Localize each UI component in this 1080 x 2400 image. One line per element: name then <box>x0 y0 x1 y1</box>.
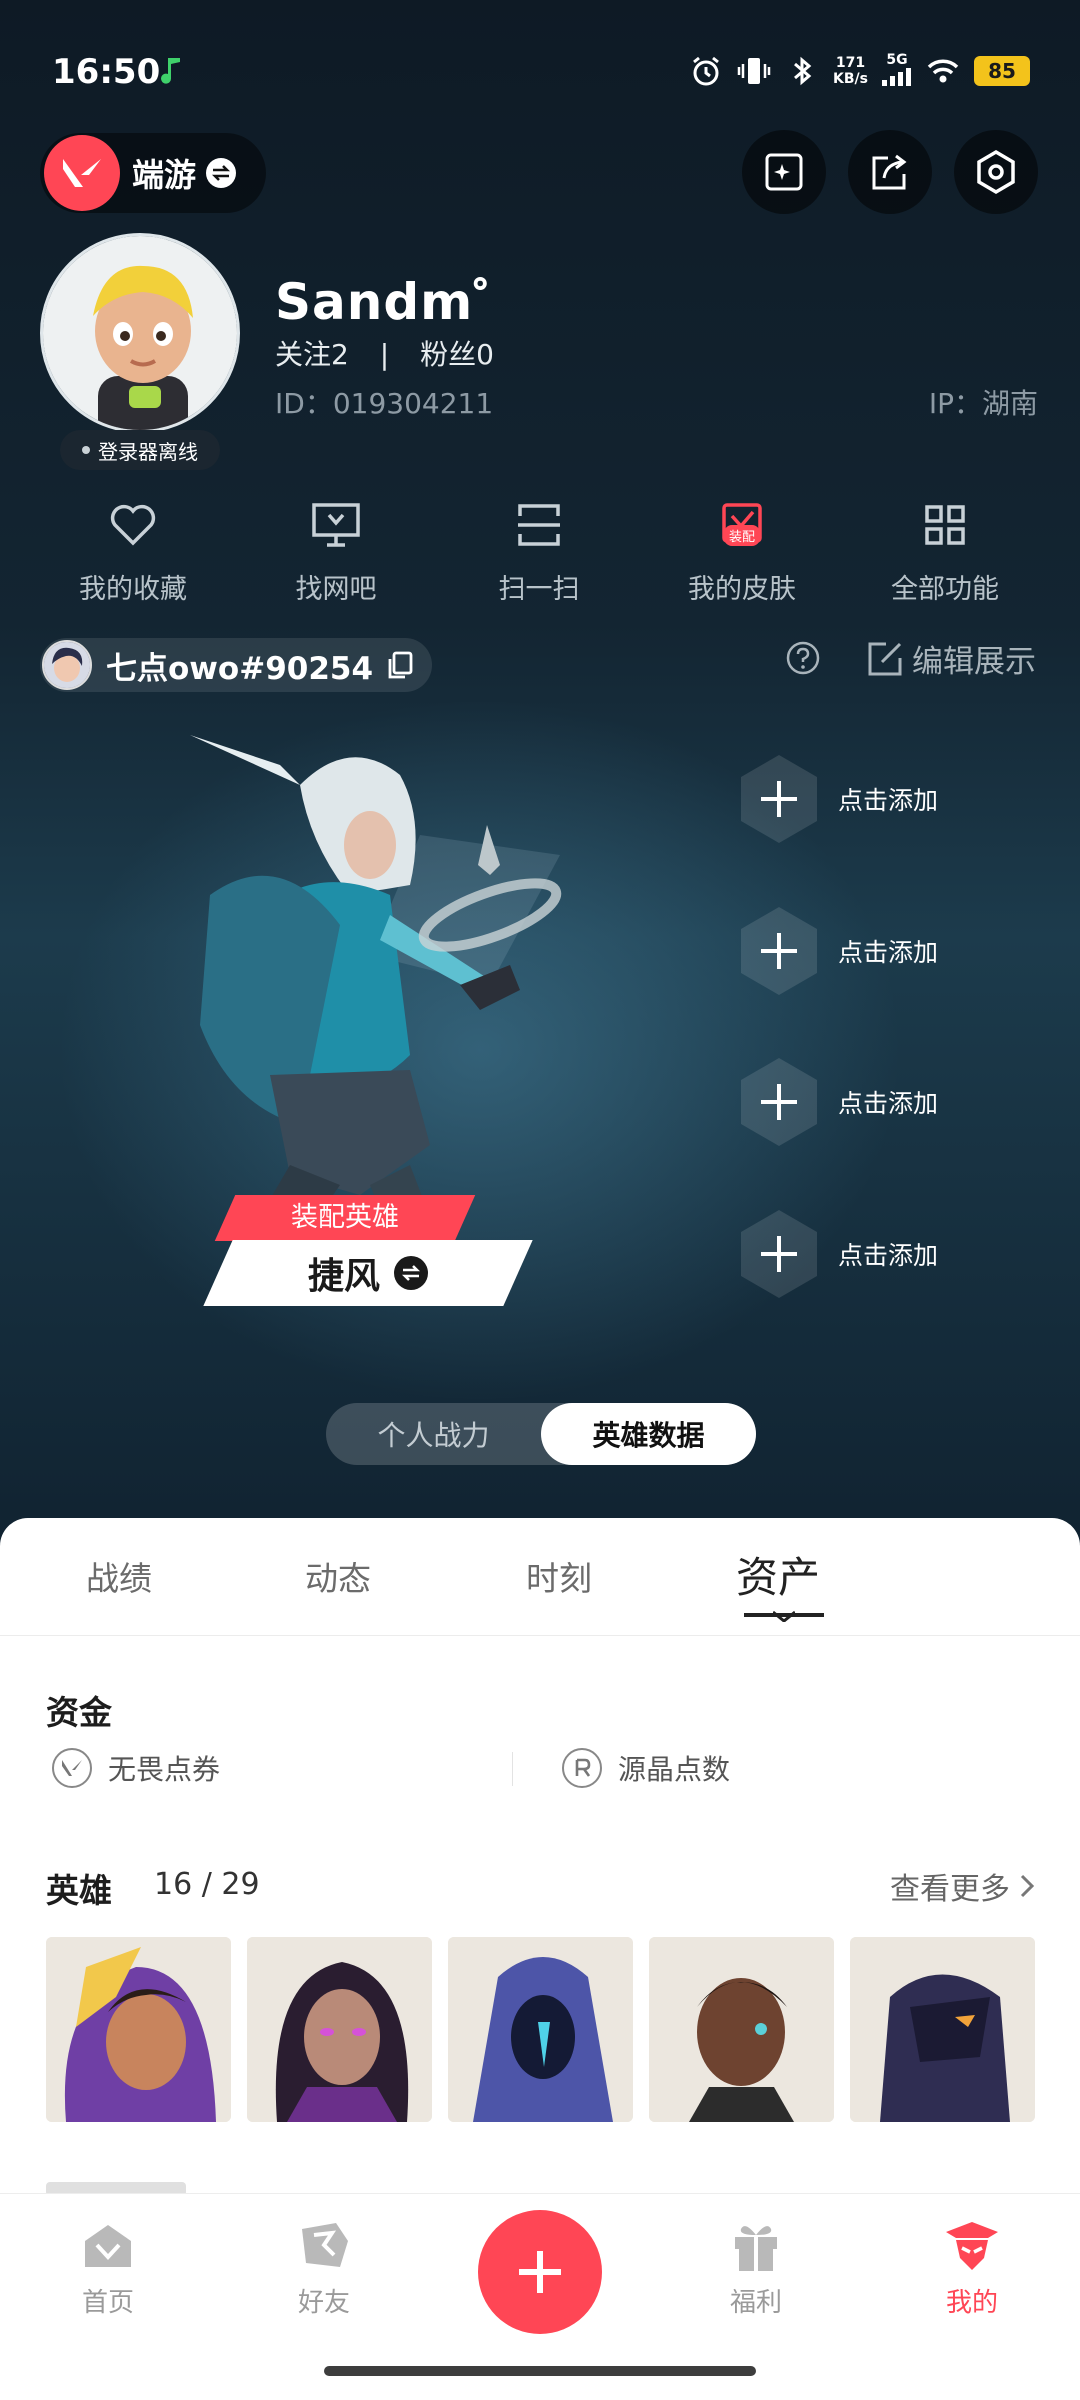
hero-name-plate[interactable]: 捷风 <box>203 1240 533 1306</box>
wifi-icon <box>927 59 959 83</box>
copy-icon[interactable] <box>385 650 415 680</box>
status-dot <box>82 446 90 454</box>
valorant-logo-icon <box>44 135 120 211</box>
edit-icon <box>868 642 902 675</box>
home-icon <box>38 2218 178 2274</box>
see-more-link[interactable]: 查看更多 <box>890 1864 1036 1908</box>
fund-radianite[interactable]: 源晶点数 <box>562 1748 730 1788</box>
alarm-icon <box>693 56 719 86</box>
fans-link[interactable]: 粉丝0 <box>420 338 494 371</box>
vp-icon <box>52 1748 92 1788</box>
grid-icon <box>855 495 1035 555</box>
add-slot-3[interactable]: 点击添加 <box>738 1052 1068 1152</box>
quick-scan[interactable]: 扫一扫 <box>449 495 629 606</box>
nav-benefits[interactable]: 福利 <box>686 2218 826 2319</box>
heroes-title: 英雄 <box>46 1871 112 1910</box>
monitor-icon <box>246 495 426 555</box>
user-id: ID：019304211 <box>275 387 494 420</box>
add-icon <box>741 1210 817 1298</box>
quick-netcafe[interactable]: 找网吧 <box>246 495 426 606</box>
help-icon[interactable] <box>785 640 821 676</box>
swap-icon <box>206 158 237 188</box>
following-link[interactable]: 关注2 <box>275 338 349 371</box>
fund-vp[interactable]: 无畏点券 <box>52 1748 220 1788</box>
chevron-right-icon <box>1020 1874 1035 1898</box>
scan-icon <box>449 495 629 555</box>
add-icon <box>741 1058 817 1146</box>
sparkle-edit-icon <box>765 153 803 191</box>
nav-home[interactable]: 首页 <box>38 2218 178 2319</box>
share-icon <box>872 154 907 190</box>
hero-card[interactable] <box>247 1937 432 2122</box>
skin-icon: 装配 <box>652 495 832 555</box>
battery-indicator: 85 <box>974 56 1030 86</box>
divider <box>512 1752 513 1786</box>
quick-all-functions[interactable]: 全部功能 <box>855 495 1035 606</box>
tab-notch-icon <box>773 1610 795 1622</box>
clock: 16:50 <box>52 52 161 92</box>
swap-hero-icon[interactable] <box>394 1256 428 1290</box>
toggle-hero-data[interactable]: 英雄数据 <box>541 1403 756 1465</box>
share-button[interactable] <box>848 130 932 214</box>
gear-icon <box>977 149 1015 195</box>
add-icon <box>741 755 817 843</box>
nav-friends[interactable]: 好友 <box>254 2218 394 2319</box>
status-icons: 171 KB/s 5G 85 <box>689 52 1030 90</box>
heart-icon <box>43 495 223 555</box>
tab-moments[interactable]: 时刻 <box>526 1552 592 1600</box>
edit-showcase-button[interactable]: 编辑展示 <box>866 636 1036 681</box>
hero-count: 16 / 29 <box>154 1867 260 1902</box>
add-slot-2[interactable]: 点击添加 <box>738 901 1068 1001</box>
plus-icon <box>519 2251 561 2293</box>
profile-icon <box>902 2218 1042 2274</box>
quick-favorites[interactable]: 我的收藏 <box>43 495 223 606</box>
tab-record[interactable]: 战绩 <box>86 1552 152 1600</box>
content-tabs: 战绩 动态 时刻 资产 <box>0 1518 1080 1636</box>
hero-card[interactable] <box>46 1937 231 2122</box>
skin-badge: 装配 <box>724 525 761 546</box>
equipped-hero-tag: 装配英雄 <box>214 1195 476 1241</box>
hero-card[interactable] <box>649 1937 834 2122</box>
add-slot-4[interactable]: 点击添加 <box>738 1204 1068 1304</box>
add-slot-1[interactable]: 点击添加 <box>738 749 1068 849</box>
username: Sandm゜ <box>275 273 525 331</box>
radianite-icon <box>562 1748 602 1788</box>
riot-id-pill[interactable]: 七点owo#90254 <box>40 638 432 692</box>
create-post-button[interactable] <box>478 2210 602 2334</box>
settings-button[interactable] <box>954 130 1038 214</box>
avatar[interactable] <box>40 233 240 433</box>
network-speed: 171 KB/s <box>833 55 868 87</box>
vibrate-icon <box>737 58 771 84</box>
riot-avatar <box>42 640 92 690</box>
follow-stats: 关注2 | 粉丝0 <box>275 333 494 373</box>
ip-location: IP：湖南 <box>928 387 1038 420</box>
friends-icon <box>254 2218 394 2274</box>
hero-name: 捷风 <box>307 1256 380 1297</box>
music-icon <box>161 58 180 84</box>
signal-bars-icon <box>882 68 911 86</box>
hero-card[interactable] <box>850 1937 1035 2122</box>
launcher-status-badge: 登录器离线 <box>60 430 220 470</box>
gift-icon <box>686 2218 826 2274</box>
ai-edit-button[interactable] <box>742 130 826 214</box>
tab-assets[interactable]: 资产 <box>736 1544 820 1605</box>
hero-cards <box>46 1937 1035 2122</box>
toggle-personal-power[interactable]: 个人战力 <box>326 1403 541 1465</box>
add-icon <box>741 907 817 995</box>
riot-id: 七点owo#90254 <box>106 650 374 687</box>
signal-5g: 5G <box>882 52 912 90</box>
separator: | <box>379 338 390 371</box>
nav-profile[interactable]: 我的 <box>902 2218 1042 2319</box>
platform-switcher[interactable]: 端游 <box>40 133 266 213</box>
quick-functions: 我的收藏 找网吧 扫一扫 装配 我的皮肤 全部功能 <box>0 495 1080 605</box>
platform-label: 端游 <box>132 156 197 194</box>
quick-skins[interactable]: 装配 我的皮肤 <box>652 495 832 606</box>
home-indicator <box>324 2366 756 2376</box>
status-bar: 16:50 171 KB/s 5G 85 <box>0 0 1080 130</box>
bluetooth-icon <box>794 56 812 86</box>
funds-title: 资金 <box>46 1693 112 1732</box>
tab-feed[interactable]: 动态 <box>305 1552 371 1600</box>
stats-toggle: 个人战力 英雄数据 <box>326 1403 756 1465</box>
hero-card[interactable] <box>448 1937 633 2122</box>
